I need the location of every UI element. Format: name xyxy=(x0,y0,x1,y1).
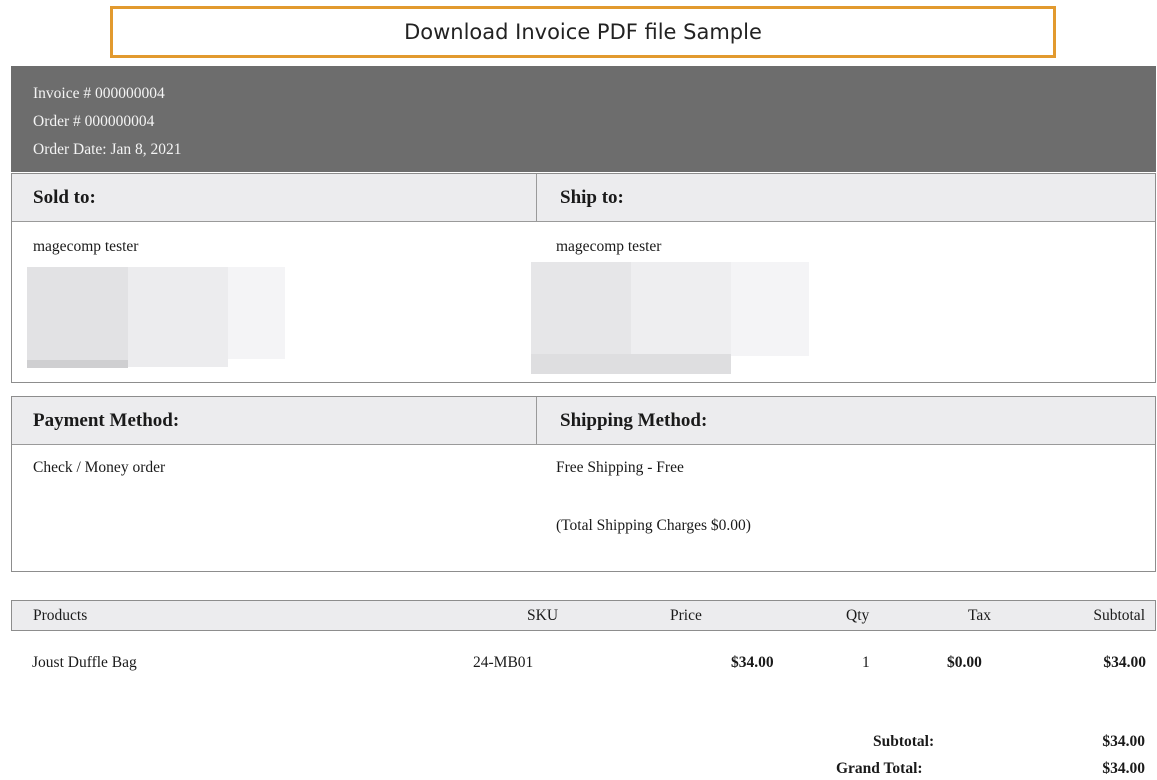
row-subtotal: $34.00 xyxy=(1103,654,1146,671)
row-tax: $0.00 xyxy=(947,654,982,671)
redacted-ship-address-4 xyxy=(531,354,731,374)
col-price: Price xyxy=(670,607,702,624)
redacted-sold-address-2 xyxy=(128,267,228,367)
shipping-method-label: Shipping Method: xyxy=(560,409,708,431)
grand-total-value: $34.00 xyxy=(1102,760,1145,777)
address-body: magecomp tester magecomp tester xyxy=(12,222,1155,382)
subtotal-value: $34.00 xyxy=(1102,733,1145,750)
row-qty: 1 xyxy=(862,654,870,671)
invoice-number: Invoice # 000000004 xyxy=(33,85,165,102)
redacted-ship-address-3 xyxy=(731,262,809,356)
row-price: $34.00 xyxy=(731,654,774,671)
redacted-sold-address-3 xyxy=(228,267,285,359)
redacted-sold-address-1 xyxy=(27,267,128,367)
col-products: Products xyxy=(33,607,88,624)
sold-to-name: magecomp tester xyxy=(33,238,139,255)
products-table-header: Products SKU Price Qty Tax Subtotal xyxy=(11,600,1156,631)
shipping-method-value: Free Shipping - Free xyxy=(556,459,684,476)
col-subtotal: Subtotal xyxy=(1093,607,1145,624)
row-sku: 24-MB01 xyxy=(473,654,534,671)
ship-to-name: magecomp tester xyxy=(556,238,662,255)
table-row: Joust Duffle Bag 24-MB01 $34.00 1 $0.00 … xyxy=(11,648,1156,678)
ship-to-label: Ship to: xyxy=(560,186,624,208)
col-tax: Tax xyxy=(968,607,992,624)
payment-method-value: Check / Money order xyxy=(33,459,166,476)
redacted-sold-address-4 xyxy=(27,360,128,368)
methods-body: Check / Money order Free Shipping - Free… xyxy=(12,445,1155,571)
invoice-header: Invoice # 000000004 Order # 000000004 Or… xyxy=(11,66,1156,172)
col-sku: SKU xyxy=(527,607,559,624)
order-number: Order # 000000004 xyxy=(33,113,155,130)
col-qty: Qty xyxy=(846,607,870,624)
download-banner[interactable]: Download Invoice PDF file Sample xyxy=(110,6,1056,58)
payment-method-label: Payment Method: xyxy=(12,397,537,444)
banner-title: Download Invoice PDF file Sample xyxy=(404,20,762,44)
order-date: Order Date: Jan 8, 2021 xyxy=(33,141,182,158)
methods-header: Payment Method: Shipping Method: xyxy=(12,397,1155,445)
methods-section: Payment Method: Shipping Method: Check /… xyxy=(11,396,1156,572)
subtotal-label: Subtotal: xyxy=(873,733,935,750)
grand-total-label: Grand Total: xyxy=(836,760,923,777)
shipping-charges: (Total Shipping Charges $0.00) xyxy=(556,517,751,534)
row-product: Joust Duffle Bag xyxy=(32,654,137,671)
address-header: Sold to: Ship to: xyxy=(12,174,1155,222)
address-section: Sold to: Ship to: magecomp tester mageco… xyxy=(11,173,1156,383)
sold-to-label: Sold to: xyxy=(12,174,537,221)
